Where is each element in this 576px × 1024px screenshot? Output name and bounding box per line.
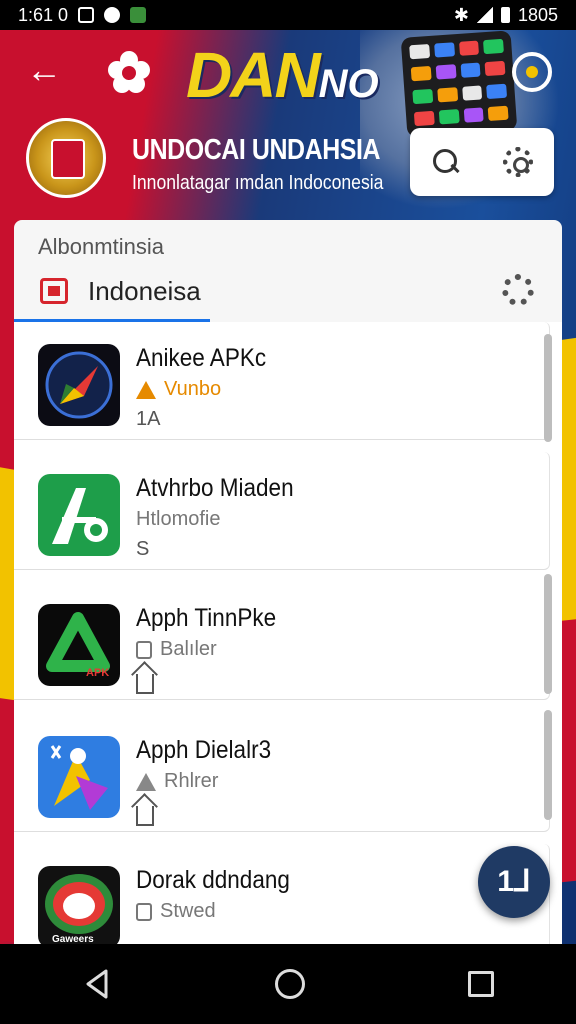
header-toolbox bbox=[410, 128, 554, 196]
nav-home-icon[interactable] bbox=[274, 969, 305, 999]
battery-icon bbox=[500, 7, 510, 23]
page-title: UNDOCAI UNDAHSIA bbox=[132, 134, 381, 166]
game-notification-icon bbox=[130, 7, 147, 23]
navigation-bar bbox=[0, 944, 576, 1024]
app-meta: Vunbo bbox=[136, 378, 221, 401]
app-meta: Balıler bbox=[136, 638, 217, 661]
app-meta-text: Htlomofie bbox=[136, 508, 221, 530]
search-card: Albonmtinsia Indoneisa bbox=[14, 220, 562, 322]
app-name: Atvhrbo Miaden bbox=[136, 474, 294, 502]
app-extra: 1A bbox=[136, 408, 161, 430]
nav-back-icon[interactable] bbox=[82, 967, 112, 1001]
app-name: Apph TinnPke bbox=[136, 604, 277, 632]
gear-icon[interactable] bbox=[502, 274, 534, 306]
list-item[interactable]: Atvhrbo Miaden Htlomofie S bbox=[14, 452, 550, 570]
scrollbar[interactable] bbox=[544, 710, 552, 820]
brand-main: DAN bbox=[186, 39, 321, 111]
file-icon bbox=[136, 902, 152, 921]
file-icon bbox=[136, 640, 152, 659]
app-meta: Stwed bbox=[136, 900, 216, 923]
scrollbar[interactable] bbox=[544, 574, 552, 694]
floating-action-button[interactable]: 1⅃ bbox=[478, 846, 550, 918]
list-item[interactable]: Gaweers Dorak ddndang Stwed bbox=[14, 844, 550, 944]
search-card-label: Albonmtinsia bbox=[38, 234, 164, 259]
list-item[interactable]: Apph Dielalr3 Rhlrer bbox=[14, 714, 550, 832]
notification-icon bbox=[78, 7, 95, 23]
app-icon: APK bbox=[38, 604, 120, 686]
app-extra: S bbox=[136, 538, 150, 560]
home-icon bbox=[136, 806, 154, 826]
search-input[interactable]: Indoneisa bbox=[88, 276, 201, 307]
status-bar: 1:61 0 ✱ 1805 bbox=[0, 0, 576, 30]
app-meta: Rhlrer bbox=[136, 770, 218, 793]
apk-badge-text: APK bbox=[86, 667, 109, 679]
app-icon bbox=[38, 474, 120, 556]
target-icon[interactable] bbox=[512, 52, 552, 92]
scrollbar[interactable] bbox=[544, 334, 552, 442]
page-subtitle: Innonlatagar ımdan Indoconesia bbox=[132, 172, 384, 194]
app-icon bbox=[38, 344, 120, 426]
gamer-badge-text: Gaweers bbox=[52, 934, 94, 944]
app-icon: Gaweers bbox=[38, 866, 120, 944]
phone-illustration bbox=[400, 30, 518, 138]
bluetooth-icon: ✱ bbox=[453, 4, 469, 25]
warning-icon bbox=[136, 380, 156, 399]
brand-logo: DANNO bbox=[186, 38, 379, 112]
app-name: Anikee APKc bbox=[136, 344, 267, 372]
list-item[interactable]: Anikee APKc Vunbo 1A bbox=[14, 322, 550, 440]
list-item[interactable]: APK Apph TinnPke Balıler bbox=[14, 582, 550, 700]
flower-icon[interactable] bbox=[104, 48, 154, 98]
emblem-icon bbox=[26, 118, 106, 198]
pdf-icon bbox=[40, 278, 68, 304]
app-meta: Htlomofie bbox=[136, 508, 220, 531]
status-clock: 1805 bbox=[517, 4, 558, 25]
app-meta-text: Balıler bbox=[160, 638, 217, 660]
gear-icon[interactable] bbox=[503, 147, 533, 177]
app-icon bbox=[38, 736, 120, 818]
status-time: 1:61 0 bbox=[18, 4, 69, 25]
brand-suffix: NO bbox=[318, 62, 379, 106]
warning-icon bbox=[136, 772, 156, 791]
app-list[interactable]: Anikee APKc Vunbo 1A Atvhrbo Miaden Htlo… bbox=[14, 322, 562, 944]
app-meta-text: Rhlrer bbox=[164, 770, 219, 792]
app-extra bbox=[136, 668, 154, 700]
nav-recents-icon[interactable] bbox=[468, 971, 495, 997]
home-icon bbox=[136, 674, 154, 694]
signal-icon bbox=[476, 7, 493, 23]
app-meta-text: Vunbo bbox=[164, 378, 222, 400]
back-arrow-icon[interactable]: ← bbox=[22, 50, 66, 94]
notification-icon bbox=[104, 7, 121, 23]
app-name: Apph Dielalr3 bbox=[136, 736, 272, 764]
app-extra bbox=[136, 800, 154, 832]
search-icon[interactable] bbox=[431, 147, 461, 177]
app-meta-text: Stwed bbox=[160, 900, 216, 922]
app-name: Dorak ddndang bbox=[136, 866, 290, 894]
